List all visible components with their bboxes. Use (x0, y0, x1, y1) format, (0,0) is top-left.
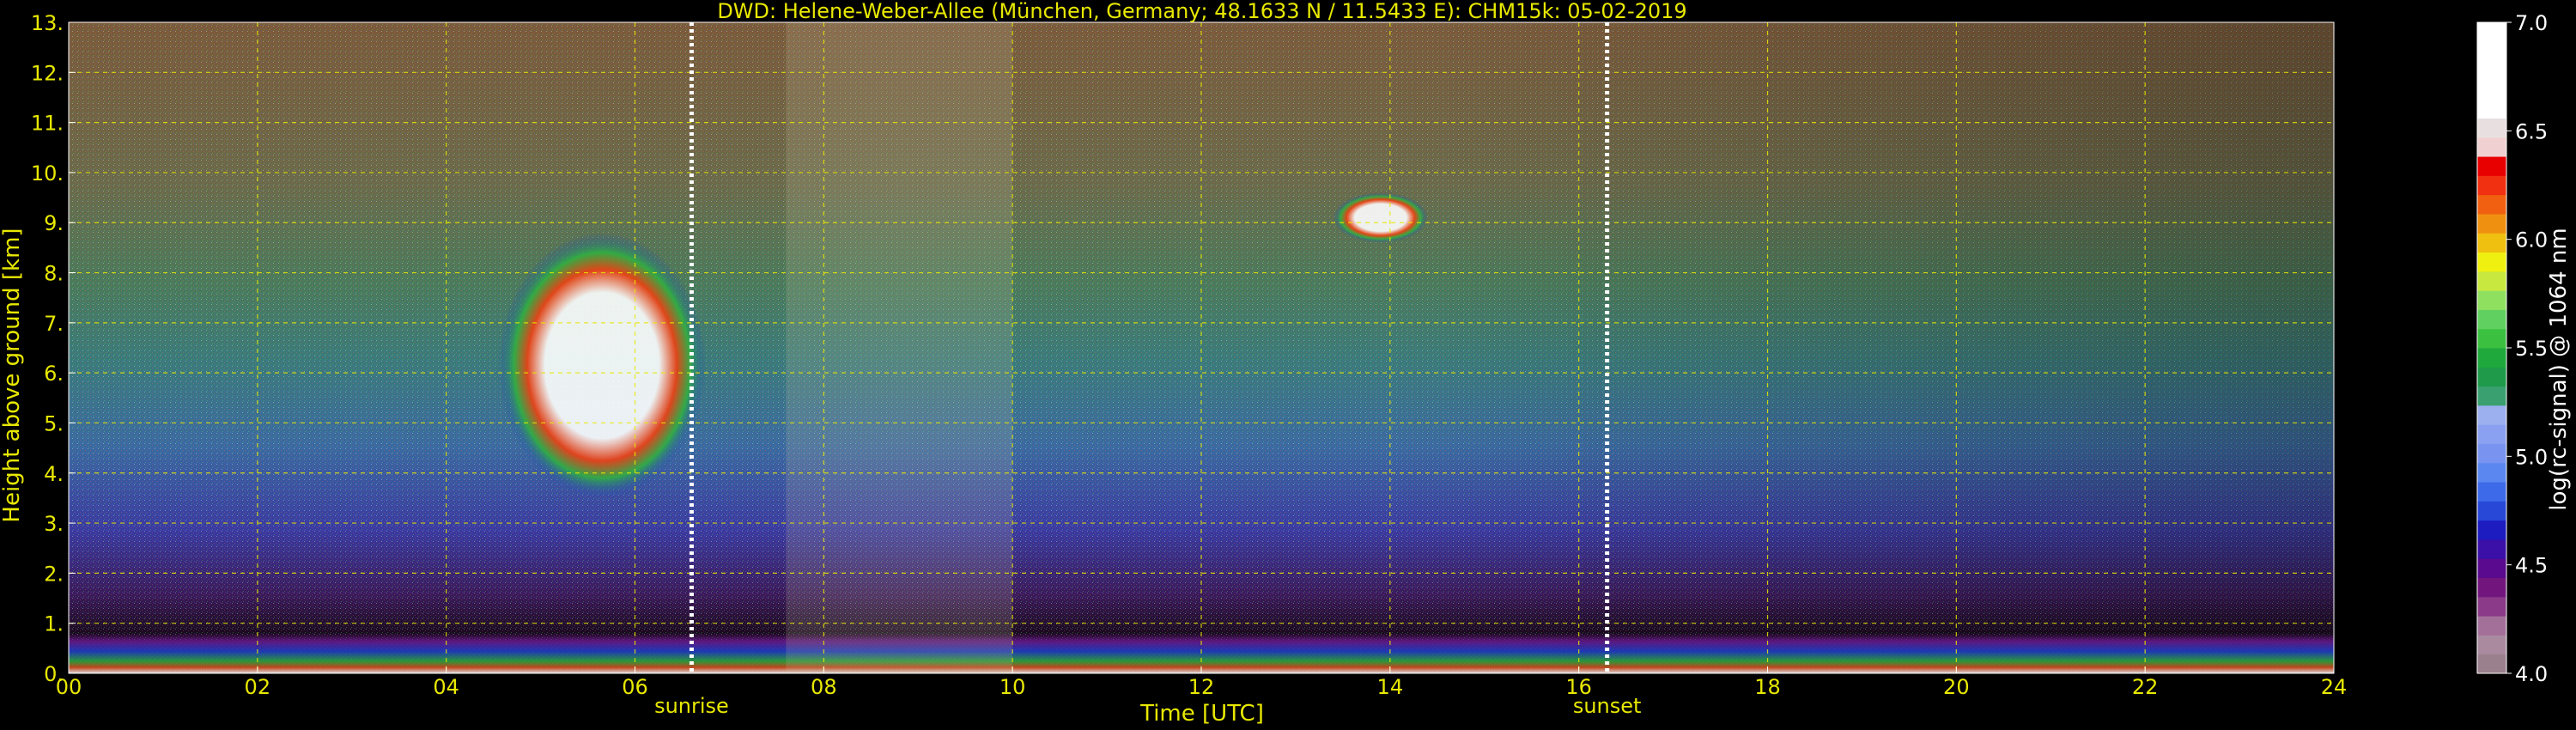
y-tick-label: 13. (31, 11, 64, 35)
x-tick-label: 12 (1188, 675, 1215, 699)
x-tick-label: 04 (433, 675, 459, 699)
colorbar-swatch (2477, 654, 2506, 674)
colorbar-swatch (2477, 118, 2506, 138)
colorbar-swatch (2477, 252, 2506, 272)
x-tick-label: 18 (1754, 675, 1781, 699)
colorbar-tick-label: 4.5 (2515, 554, 2548, 578)
x-tick-label: 10 (999, 675, 1026, 699)
y-tick-label: 4. (44, 462, 64, 486)
x-axis-label: Time [UTC] (1139, 701, 1264, 727)
x-tick-label: 02 (245, 675, 271, 699)
colorbar-swatch (2477, 538, 2506, 559)
colorbar-swatch (2477, 41, 2506, 62)
y-tick-label: 3. (44, 512, 64, 536)
sunset-label: sunset (1573, 694, 1642, 718)
colorbar-swatch (2477, 367, 2506, 387)
y-tick-label: 0. (44, 662, 64, 686)
y-tick-label: 8. (44, 262, 64, 286)
colorbar: 4.0 4.5 5.0 5.5 6.0 6.5 7.0 (2476, 11, 2548, 686)
feature-cirrus (1333, 192, 1428, 243)
x-tick-label: 24 (2321, 675, 2348, 699)
y-axis-label: Height above ground [km] (0, 228, 25, 522)
colorbar-swatch (2477, 462, 2506, 483)
feature-precipitation-noise-streaks (786, 22, 1013, 673)
colorbar-swatch (2477, 577, 2506, 598)
colorbar-swatch (2477, 348, 2506, 368)
colorbar-swatch (2477, 79, 2506, 100)
colorbar-swatch (2477, 194, 2506, 215)
x-tick-label: 06 (622, 675, 648, 699)
y-tick-label: 11. (31, 112, 64, 136)
colorbar-swatch (2477, 99, 2506, 119)
x-tick-label: 08 (811, 675, 837, 699)
x-tick-label: 14 (1377, 675, 1404, 699)
colorbar-swatch (2477, 328, 2506, 349)
colorbar-tick-label: 7.0 (2515, 11, 2548, 35)
colorbar-swatch (2477, 424, 2506, 444)
colorbar-swatch (2477, 501, 2506, 521)
colorbar-swatch (2477, 520, 2506, 540)
colorbar-swatch (2477, 156, 2506, 176)
sunrise-label: sunrise (654, 694, 729, 718)
colorbar-swatch (2477, 22, 2506, 42)
colorbar-label: log(rc-signal) @ 1064 nm (2546, 228, 2572, 510)
colorbar-swatch (2477, 213, 2506, 234)
colorbar-swatch (2477, 290, 2506, 310)
colorbar-swatch (2477, 635, 2506, 655)
colorbar-tick-label: 5.5 (2515, 337, 2548, 361)
colorbar-swatch (2477, 596, 2506, 617)
plot-area (68, 21, 2335, 674)
y-tick-label: 9. (44, 211, 64, 235)
colorbar-swatch (2477, 616, 2506, 636)
y-tick-label: 10. (31, 161, 64, 186)
colorbar-tick-label: 6.0 (2515, 228, 2548, 252)
y-tick-label: 7. (44, 312, 64, 336)
colorbar-swatch (2477, 233, 2506, 253)
colorbar-tick-label: 4.0 (2515, 662, 2548, 686)
colorbar-swatch (2477, 482, 2506, 502)
colorbar-swatch (2477, 405, 2506, 425)
colorbar-tick-label: 5.0 (2515, 445, 2548, 469)
colorbar-swatch (2477, 443, 2506, 464)
x-tick-label: 20 (1943, 675, 1970, 699)
colorbar-swatch (2477, 271, 2506, 291)
colorbar-swatch (2477, 309, 2506, 330)
y-tick-label: 5. (44, 411, 64, 435)
colorbar-tick-label: 6.5 (2515, 119, 2548, 143)
y-tick-label: 1. (44, 612, 64, 636)
y-tick-label: 12. (31, 61, 64, 85)
y-tick-label: 2. (44, 562, 64, 586)
ceilometer-figure: 00 02 04 06 08 10 12 14 16 18 20 22 24sunrise sunset … (0, 0, 2572, 727)
colorbar-swatch (2477, 386, 2506, 406)
y-tick-label: 6. (44, 362, 64, 386)
colorbar-swatch (2477, 60, 2506, 81)
colorbar-swatch (2477, 137, 2506, 157)
colorbar-swatch (2477, 175, 2506, 196)
colorbar-swatch (2477, 558, 2506, 579)
chart-title: DWD: Helene-Weber-Allee (München, German… (717, 0, 1686, 23)
x-tick-label: 22 (2132, 675, 2159, 699)
